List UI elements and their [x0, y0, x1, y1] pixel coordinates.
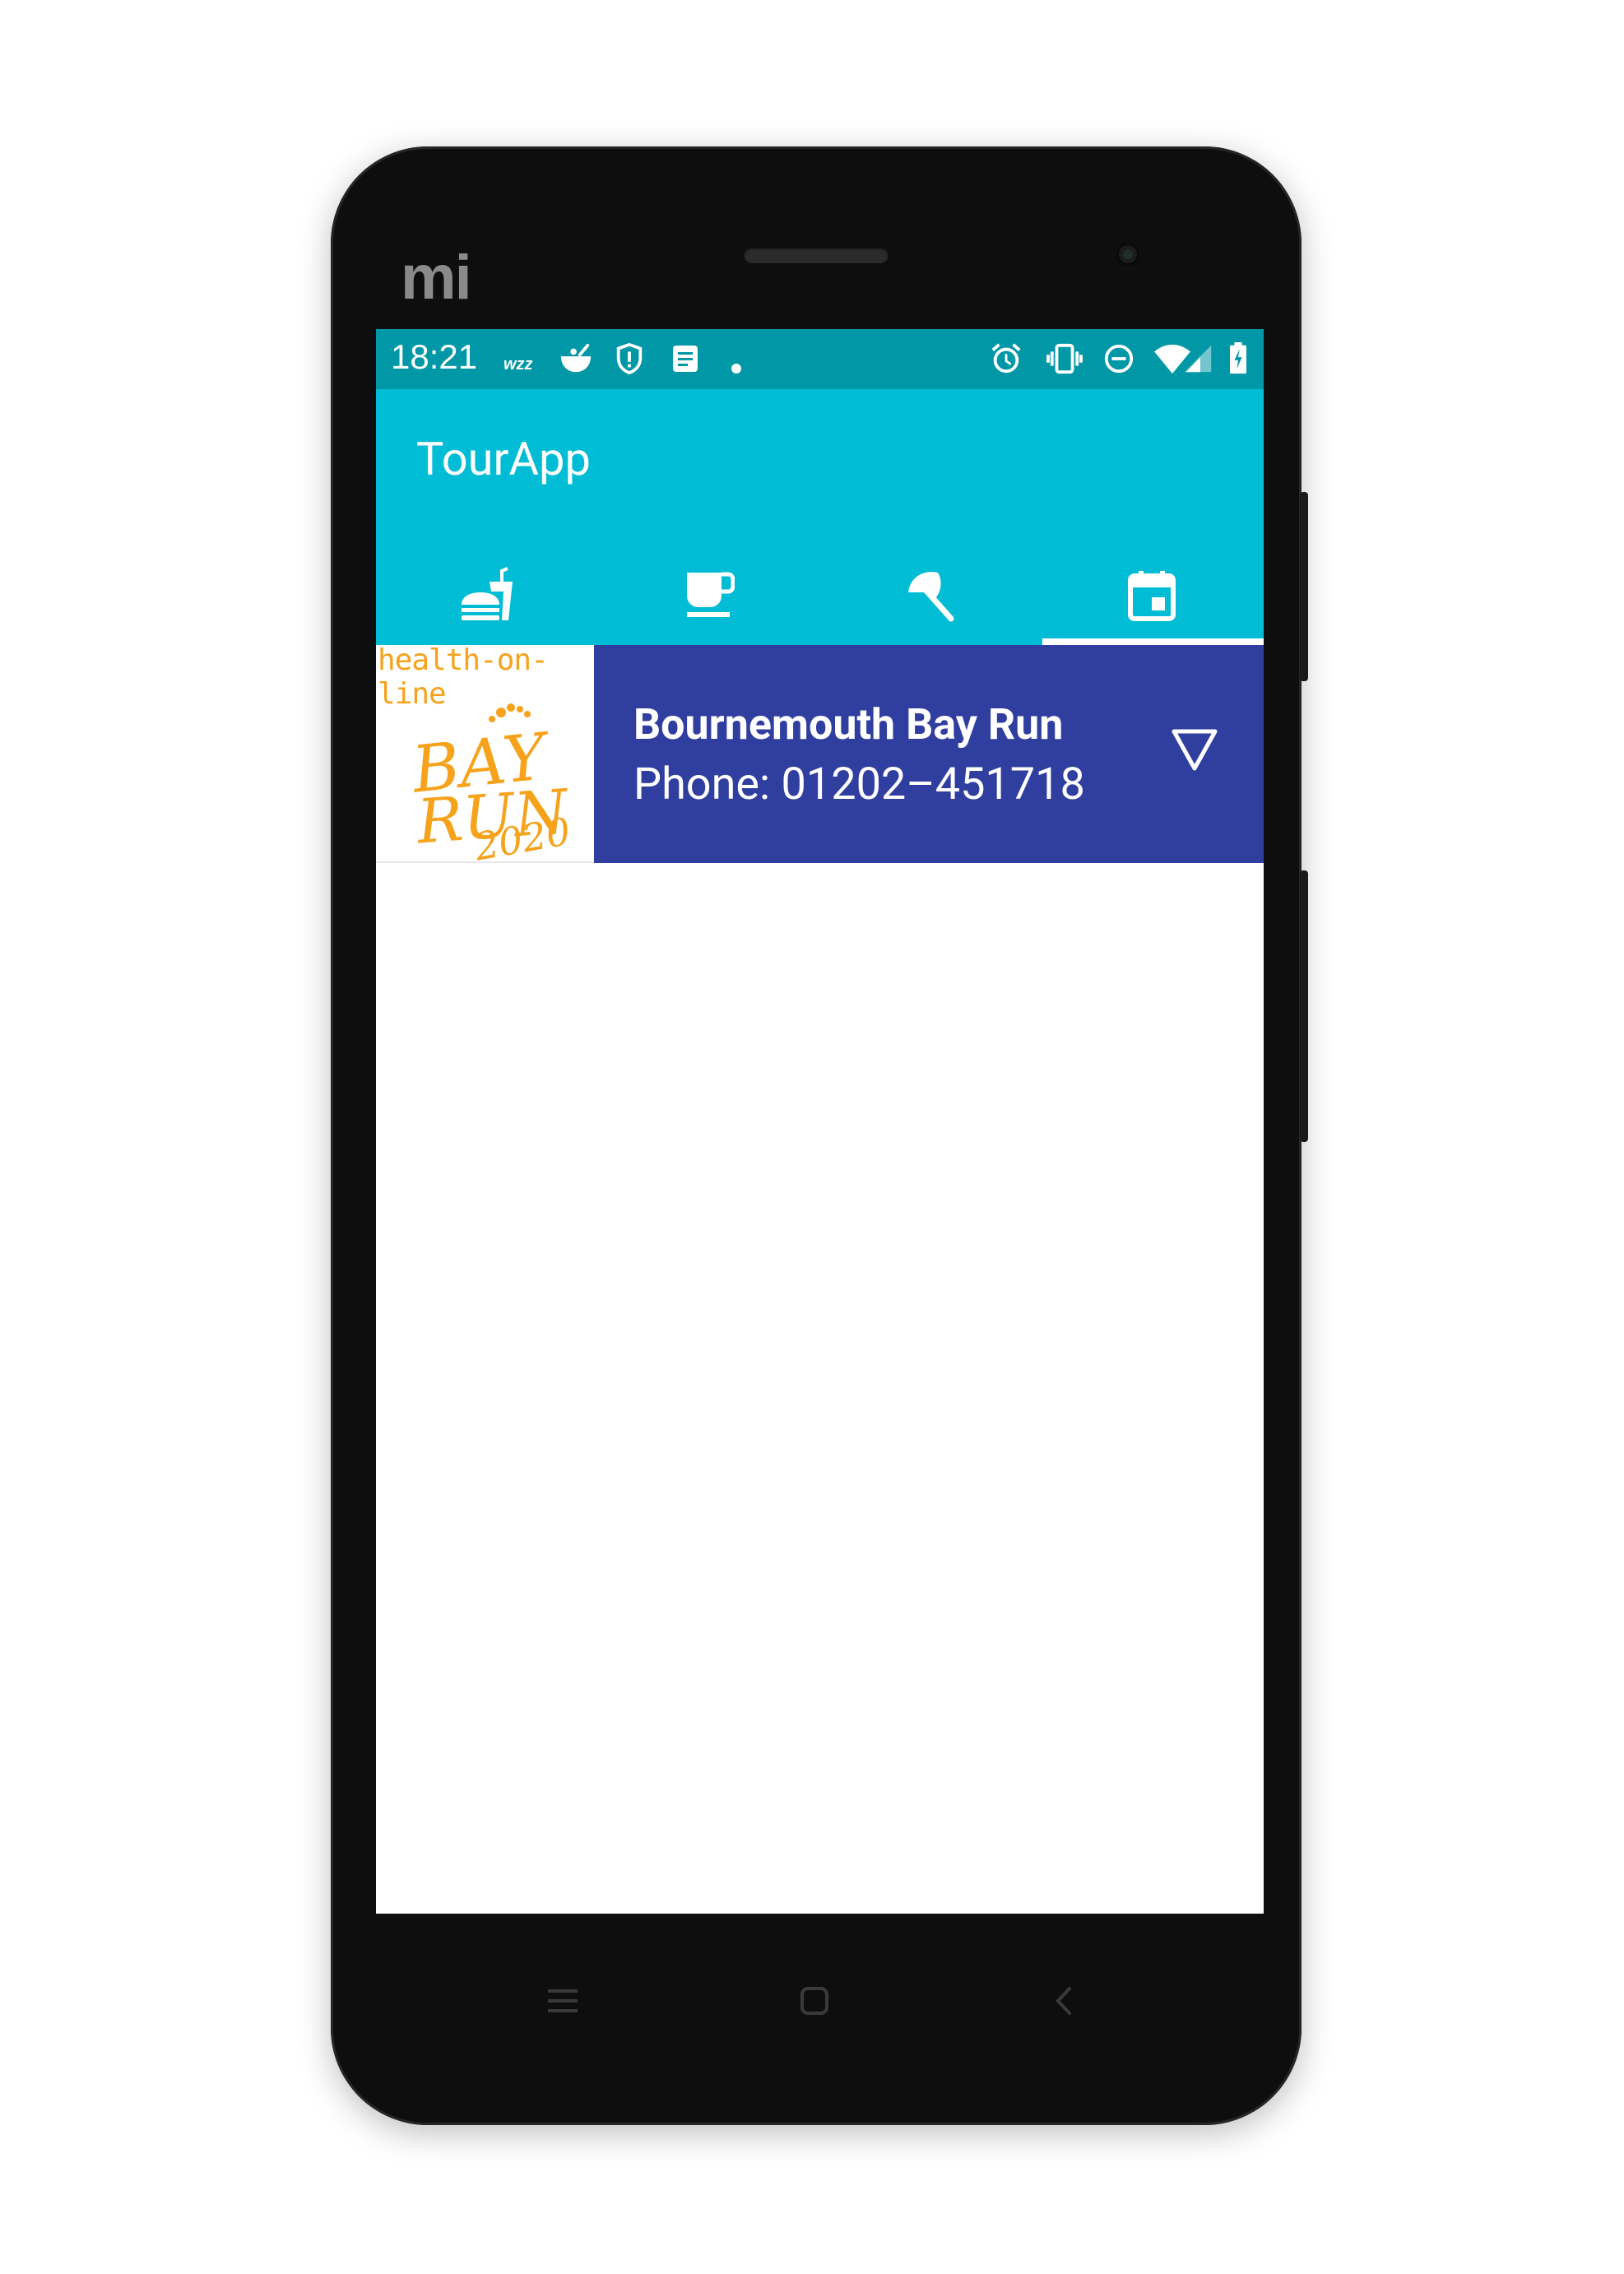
tab-restaurants[interactable]: [376, 545, 597, 645]
coffee-icon: [686, 572, 735, 617]
status-time: 18:21: [391, 337, 478, 376]
tab-cafes[interactable]: [597, 545, 819, 645]
signal-icon: [1184, 345, 1212, 373]
alarm-icon: [991, 343, 1021, 374]
earpiece-speaker: [744, 247, 889, 263]
notes-icon: [673, 346, 698, 372]
event-thumbnail: health-on-line BAY RUN 2020: [376, 645, 594, 863]
volume-button: [1300, 870, 1308, 1142]
fastfood-icon: [461, 566, 513, 620]
event-card[interactable]: Bournemouth Bay Run Phone: 01202–451718: [594, 645, 1264, 863]
back-icon[interactable]: [1051, 1984, 1076, 2017]
app-bar: TourApp: [376, 389, 1264, 645]
front-camera: [1116, 242, 1140, 267]
brand-logo: mi: [401, 243, 472, 313]
tab-indicator: [1042, 638, 1264, 645]
dot-icon: [731, 364, 741, 374]
status-bar: 18:21 wzz: [376, 329, 1264, 389]
tab-events[interactable]: [1041, 545, 1262, 645]
list-item[interactable]: health-on-line BAY RUN 2020 Bournemouth …: [376, 645, 1264, 863]
tab-beaches[interactable]: [819, 545, 1040, 645]
svg-text:wzz: wzz: [503, 355, 533, 374]
home-icon[interactable]: [798, 1984, 831, 2017]
battery-charging-icon: [1230, 342, 1246, 374]
power-button: [1300, 492, 1308, 681]
vibrate-icon: [1046, 343, 1083, 374]
bay-run-logo: BAY RUN 2020: [407, 703, 573, 861]
bowl-icon: [560, 343, 592, 373]
menu-icon[interactable]: [545, 1986, 581, 2016]
event-name: Bournemouth Bay Run: [633, 699, 1064, 749]
wizz-icon: wzz: [503, 355, 533, 374]
app-title: TourApp: [416, 432, 591, 486]
calendar-event-icon: [1127, 570, 1176, 621]
screen: 18:21 wzz TourApp health-on-line BAY RUN…: [376, 329, 1264, 1914]
dnd-icon: [1104, 344, 1134, 374]
beach-umbrella-icon: [907, 571, 954, 621]
event-phone: Phone: 01202–451718: [633, 759, 1085, 810]
shield-alert-icon: [616, 342, 643, 375]
expand-icon[interactable]: [1170, 727, 1219, 773]
